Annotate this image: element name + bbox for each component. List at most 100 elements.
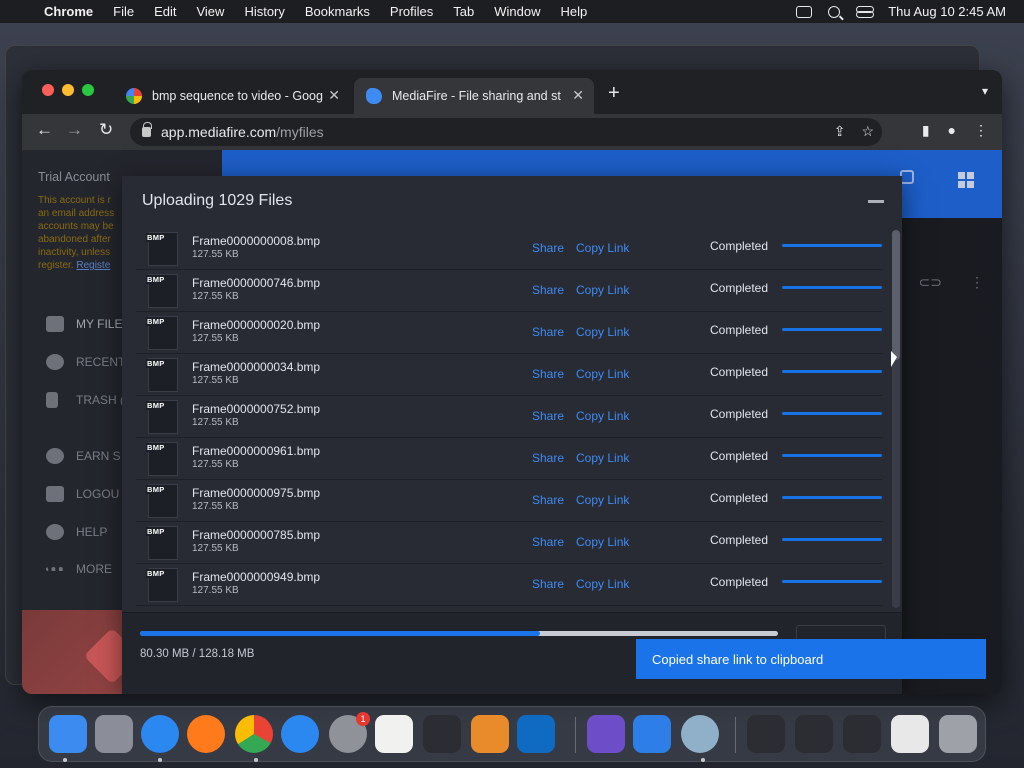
scrollbar-thumb[interactable] [892, 230, 900, 360]
side-panel-icon[interactable]: ▮ [922, 122, 930, 139]
upload-list[interactable]: BMP Frame0000000008.bmp 127.55 KB Share Copy… [136, 228, 882, 608]
share-link[interactable]: Share [532, 283, 564, 297]
register-link[interactable]: Registe [76, 260, 110, 271]
textedit-icon[interactable] [375, 715, 413, 753]
tab-google-search[interactable]: bmp sequence to video - Goog ✕ [114, 78, 350, 114]
lock-icon[interactable] [142, 122, 152, 137]
window-thumbnail-icon[interactable] [843, 715, 881, 753]
spotlight-search-icon[interactable] [828, 5, 841, 18]
screen-mirroring-icon[interactable] [796, 5, 813, 18]
trash-icon[interactable] [939, 715, 977, 753]
copy-link-button[interactable]: Copy Link [576, 367, 629, 381]
clock[interactable]: Thu Aug 10 2:45 AM [888, 4, 1006, 19]
share-link[interactable]: Share [532, 241, 564, 255]
bmp-file-icon: BMP [146, 442, 178, 476]
menu-profiles[interactable]: Profiles [390, 4, 433, 19]
sidebar-item-trash[interactable]: TRASH ( [46, 392, 124, 408]
sidebar-item-label: MORE [76, 562, 112, 576]
close-tab-icon[interactable]: ✕ [572, 87, 584, 104]
copy-link-button[interactable]: Copy Link [576, 535, 629, 549]
share-link[interactable]: Share [532, 577, 564, 591]
tab-strip: bmp sequence to video - Goog ✕ MediaFire… [22, 70, 1002, 114]
minimize-window-button[interactable] [62, 84, 74, 96]
sidebar-item-more[interactable]: MORE [46, 562, 112, 576]
back-arrow-icon[interactable]: ← [36, 120, 53, 140]
launchpad-icon[interactable] [95, 715, 133, 753]
window-thumbnail-icon[interactable] [795, 715, 833, 753]
folder-icon [46, 316, 64, 332]
sidebar-item-earn-space[interactable]: EARN S [46, 448, 121, 464]
copy-link-button[interactable]: Copy Link [576, 577, 629, 591]
share-link[interactable]: Share [532, 409, 564, 423]
share-link[interactable]: Share [532, 325, 564, 339]
menu-app-chrome[interactable]: Chrome [44, 4, 93, 19]
menu-history[interactable]: History [244, 4, 284, 19]
sidebar-item-my-files[interactable]: MY FILE [46, 316, 122, 332]
quicktime-icon[interactable] [681, 715, 719, 753]
copy-link-button[interactable]: Copy Link [576, 241, 629, 255]
copy-link-button[interactable]: Copy Link [576, 409, 629, 423]
profile-avatar-icon[interactable]: ● [948, 122, 956, 139]
garageband-icon[interactable] [471, 715, 509, 753]
bmp-file-icon: BMP [146, 274, 178, 308]
menu-help[interactable]: Help [561, 4, 588, 19]
plus-circle-icon [46, 448, 64, 464]
chrome-menu-icon[interactable]: ⋮ [974, 122, 988, 139]
tab-search-chevron-icon[interactable]: ▾ [982, 84, 988, 98]
more-options-icon[interactable]: ⋮ [970, 274, 984, 291]
cloud-app-icon[interactable] [633, 715, 671, 753]
trash-icon [46, 392, 58, 408]
grid-view-icon[interactable] [958, 172, 974, 188]
sidebar-item-logout[interactable]: LOGOU [46, 486, 119, 502]
window-thumbnail-icon[interactable] [891, 715, 929, 753]
link-icon[interactable]: ⊂⊃ [919, 274, 942, 291]
chrome-icon[interactable] [235, 715, 273, 753]
vscode-icon[interactable] [517, 715, 555, 753]
tab-mediafire[interactable]: MediaFire - File sharing and st ✕ [354, 78, 594, 114]
close-window-button[interactable] [42, 84, 54, 96]
upload-list-scrollbar[interactable] [892, 230, 900, 608]
url-host: app.mediafire.com [161, 124, 277, 140]
account-label: Trial Account [38, 170, 110, 184]
new-tab-button[interactable]: + [608, 82, 620, 105]
menu-bookmarks[interactable]: Bookmarks [305, 4, 370, 19]
zoom-window-button[interactable] [82, 84, 94, 96]
clipboard-toast: Copied share link to clipboard [636, 639, 986, 679]
copy-link-button[interactable]: Copy Link [576, 283, 629, 297]
share-link[interactable]: Share [532, 367, 564, 381]
close-tab-icon[interactable]: ✕ [328, 87, 340, 104]
menu-window[interactable]: Window [494, 4, 540, 19]
window-thumbnail-icon[interactable] [747, 715, 785, 753]
forward-arrow-icon[interactable]: → [66, 120, 83, 140]
browser-toolbar: ← → ↻ app.mediafire.com/myfiles ⇪ ☆ ▮ ● … [22, 114, 1002, 150]
menu-edit[interactable]: Edit [154, 4, 176, 19]
menu-view[interactable]: View [196, 4, 224, 19]
share-link[interactable]: Share [532, 493, 564, 507]
app-store-icon[interactable] [281, 715, 319, 753]
share-page-icon[interactable]: ⇪ [834, 123, 846, 140]
sidebar-item-recent[interactable]: RECENT [46, 354, 125, 370]
copy-link-button[interactable]: Copy Link [576, 493, 629, 507]
copy-link-button[interactable]: Copy Link [576, 451, 629, 465]
upload-plus-icon[interactable] [900, 170, 914, 184]
system-settings-icon[interactable]: 1 [329, 712, 370, 753]
address-bar[interactable]: app.mediafire.com/myfiles ⇪ ☆ [130, 118, 882, 146]
share-link[interactable]: Share [532, 535, 564, 549]
firefox-icon[interactable] [187, 715, 225, 753]
finder-icon[interactable] [49, 715, 87, 753]
control-center-icon[interactable] [856, 5, 875, 18]
safari-icon[interactable] [141, 715, 179, 753]
file-name: Frame0000000752.bmp [192, 402, 321, 416]
file-size: 127.55 KB [192, 585, 239, 596]
menu-tab[interactable]: Tab [453, 4, 474, 19]
share-link[interactable]: Share [532, 451, 564, 465]
reload-icon[interactable]: ↻ [99, 120, 113, 140]
more-icon [46, 567, 64, 571]
visual-studio-icon[interactable] [587, 715, 625, 753]
bookmark-star-icon[interactable]: ☆ [861, 123, 874, 140]
sidebar-item-help[interactable]: HELP [46, 524, 107, 540]
minimize-dialog-button[interactable] [868, 200, 884, 203]
copy-link-button[interactable]: Copy Link [576, 325, 629, 339]
menu-file[interactable]: File [113, 4, 134, 19]
terminal-icon[interactable] [423, 715, 461, 753]
